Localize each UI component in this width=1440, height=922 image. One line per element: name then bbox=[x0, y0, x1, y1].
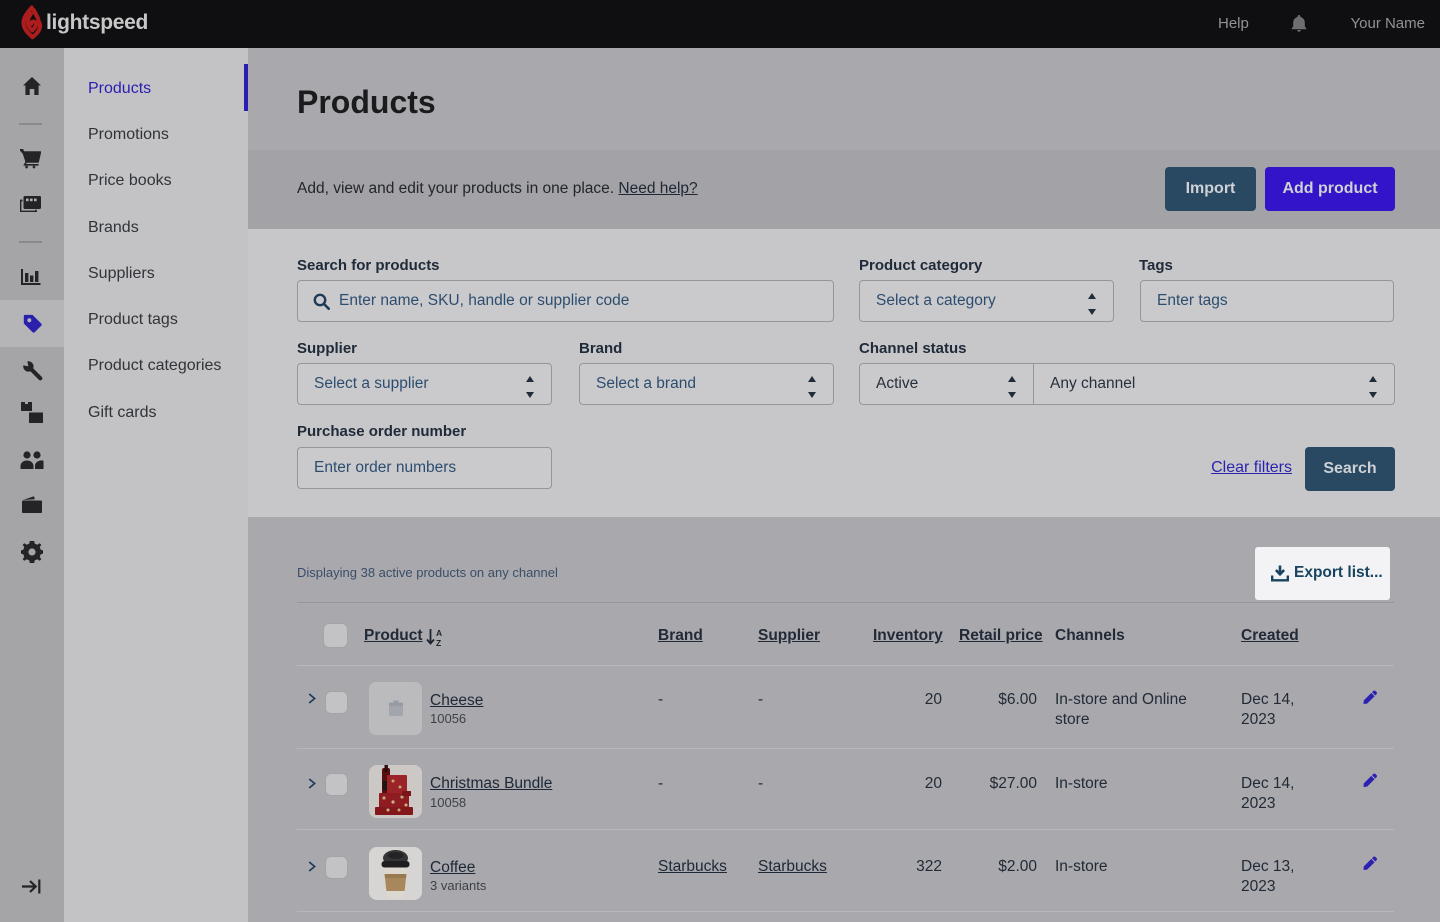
svg-text:Z: Z bbox=[436, 638, 441, 647]
svg-text:A: A bbox=[436, 628, 442, 638]
